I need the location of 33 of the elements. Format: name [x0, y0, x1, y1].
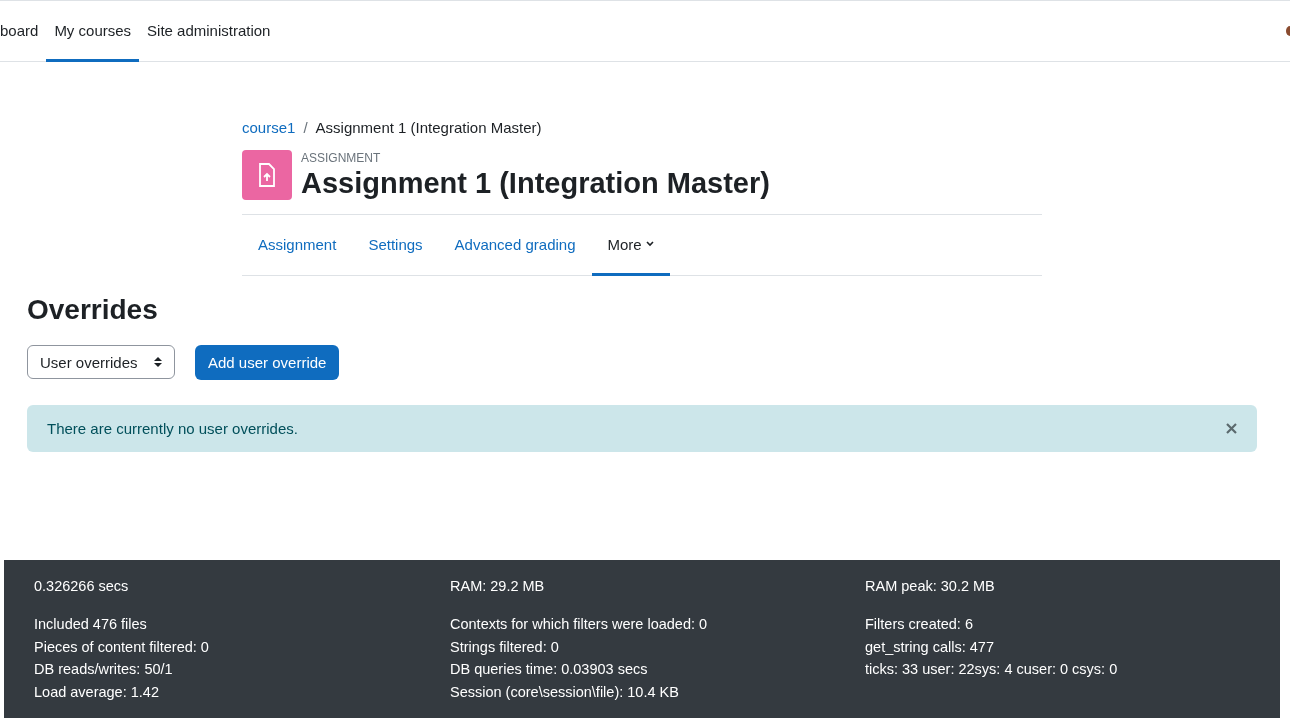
secondary-nav-tab[interactable]: Settings — [352, 215, 439, 276]
performance-stat: Load average: 1.42 — [34, 682, 160, 702]
sort-arrows-icon — [154, 356, 162, 368]
performance-stat: Filters created: 6 — [865, 615, 974, 634]
secondary-nav-tab[interactable]: Assignment — [242, 215, 353, 276]
module-type-label: ASSIGNMENT — [301, 151, 382, 165]
overrides-select[interactable]: User overrides — [27, 345, 175, 379]
performance-stat: RAM: 29.2 MB — [450, 578, 546, 594]
add-user-override-button[interactable]: Add user override — [195, 345, 340, 380]
performance-stat: 0.326266 secs — [34, 578, 130, 594]
performance-stat: Pieces of content filtered: 0 — [34, 637, 210, 657]
performance-stat: ticks: 33 user: 22sys: 4 cuser: 0 csys: 0 — [865, 660, 1119, 680]
performance-stat: DB queries time: 0.03903 secs — [450, 660, 649, 680]
close-icon[interactable] — [1226, 423, 1237, 434]
alert-message: There are currently no user overrides. — [47, 420, 298, 437]
secondary-nav-tab[interactable]: More — [591, 215, 670, 276]
secondary-nav-tab[interactable]: Advanced grading — [438, 215, 592, 276]
breadcrumb-current: Assignment 1 (Integration Master) — [315, 119, 542, 136]
performance-stat: Strings filtered: 0 — [450, 637, 560, 657]
performance-stat: Included 476 files — [34, 615, 148, 634]
section-heading: Overrides — [27, 294, 159, 326]
performance-stat: Contexts for which filters were loaded: 0 — [450, 615, 709, 634]
performance-stat: get_string calls: 477 — [865, 637, 995, 657]
breadcrumb-separator: / — [303, 119, 308, 136]
performance-stat: RAM peak: 30.2 MB — [865, 578, 996, 594]
nav-link[interactable]: Site administration — [139, 1, 279, 62]
performance-stat: Session (core\session\file): 10.4 KB — [450, 682, 680, 702]
nav-link[interactable]: My courses — [46, 1, 140, 62]
page-heading: Assignment 1 (Integration Master) — [301, 168, 770, 200]
performance-stat: DB reads/writes: 50/1 — [34, 660, 174, 680]
breadcrumb-link[interactable]: course1 — [242, 119, 296, 136]
assignment-icon — [242, 150, 292, 200]
nav-link[interactable]: board — [0, 1, 47, 62]
